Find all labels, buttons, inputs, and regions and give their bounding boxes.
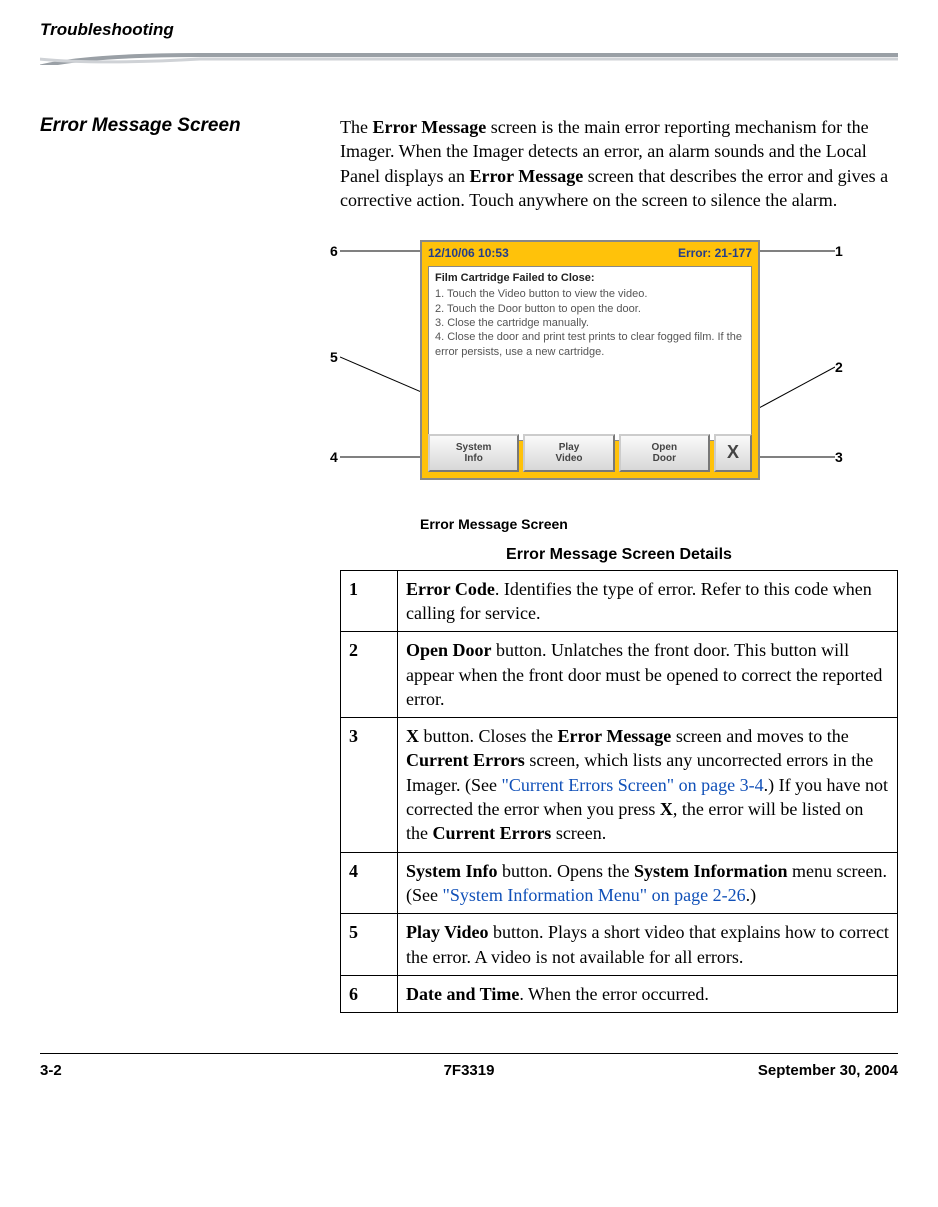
screenshot-status-bar: 12/10/06 10:53 Error: 21-177: [422, 242, 758, 264]
button-label: Play: [559, 442, 580, 453]
callout-3: 3: [835, 448, 843, 467]
callout-1: 1: [835, 242, 843, 261]
term: X: [406, 726, 419, 746]
row-number: 5: [341, 914, 398, 976]
row-desc: Open Door button. Unlatches the front do…: [398, 632, 898, 718]
screenshot-datetime: 12/10/06 10:53: [428, 245, 678, 261]
table-row: 3 X button. Closes the Error Message scr…: [341, 718, 898, 852]
term: Error Message: [558, 726, 672, 746]
button-label: Open: [652, 442, 678, 453]
term: Current Errors: [406, 750, 525, 770]
text: The: [340, 117, 372, 137]
callout-2: 2: [835, 358, 843, 377]
term-error-message: Error Message: [469, 166, 583, 186]
term: X: [660, 799, 673, 819]
screenshot-message-line: 3. Close the cartridge manually.: [435, 316, 745, 330]
term: Error Code: [406, 579, 495, 599]
text: screen.: [551, 823, 606, 843]
text: button. Opens the: [498, 861, 635, 881]
row-number: 6: [341, 975, 398, 1012]
term: Current Errors: [433, 823, 552, 843]
figure-caption: Error Message Screen: [420, 515, 898, 534]
row-number: 3: [341, 718, 398, 852]
text: button. Closes the: [419, 726, 558, 746]
table-caption: Error Message Screen Details: [340, 544, 898, 566]
row-desc: Play Video button. Plays a short video t…: [398, 914, 898, 976]
text: screen and moves to the: [671, 726, 848, 746]
figure: 6 5 4 1 2 3 12/10/06 10:53 Error: 21-177: [340, 230, 898, 510]
callout-6: 6: [330, 242, 338, 261]
callout-4: 4: [330, 448, 338, 467]
text: .): [746, 885, 757, 905]
term-error-message: Error Message: [372, 117, 486, 137]
row-number: 1: [341, 570, 398, 632]
header-swoosh: [40, 45, 898, 65]
cross-reference-link[interactable]: "System Information Menu" on page 2-26: [442, 885, 745, 905]
term: System Info: [406, 861, 498, 881]
term: Date and Time: [406, 984, 519, 1004]
details-table: 1 Error Code. Identifies the type of err…: [340, 570, 898, 1013]
screenshot-error-message-screen: 12/10/06 10:53 Error: 21-177 Film Cartri…: [420, 240, 760, 480]
cross-reference-link[interactable]: "Current Errors Screen" on page 3-4: [501, 775, 763, 795]
footer-page-number: 3-2: [40, 1062, 326, 1079]
screenshot-message-line: 4. Close the door and print test prints …: [435, 330, 745, 359]
button-label: System: [456, 442, 492, 453]
close-x-button[interactable]: X: [714, 434, 752, 472]
table-row: 4 System Info button. Opens the System I…: [341, 852, 898, 914]
screenshot-message-line: 2. Touch the Door button to open the doo…: [435, 302, 745, 316]
table-row: 5 Play Video button. Plays a short video…: [341, 914, 898, 976]
row-desc: System Info button. Opens the System Inf…: [398, 852, 898, 914]
x-icon: X: [727, 443, 739, 463]
section-heading: Error Message Screen: [40, 115, 340, 137]
page-footer: 3-2 7F3319 September 30, 2004: [40, 1053, 898, 1079]
screenshot-message-box: Film Cartridge Failed to Close: 1. Touch…: [428, 266, 752, 441]
table-row: 2 Open Door button. Unlatches the front …: [341, 632, 898, 718]
system-info-button[interactable]: System Info: [428, 434, 519, 472]
row-number: 2: [341, 632, 398, 718]
play-video-button[interactable]: Play Video: [523, 434, 614, 472]
text: . When the error occurred.: [519, 984, 709, 1004]
term: Play Video: [406, 922, 489, 942]
row-desc: Error Code. Identifies the type of error…: [398, 570, 898, 632]
screenshot-button-row: System Info Play Video Open Door X: [428, 434, 752, 472]
row-number: 4: [341, 852, 398, 914]
row-desc: X button. Closes the Error Message scree…: [398, 718, 898, 852]
page-header-title: Troubleshooting: [40, 20, 898, 40]
open-door-button[interactable]: Open Door: [619, 434, 710, 472]
screenshot-message-line: 1. Touch the Video button to view the vi…: [435, 287, 745, 301]
footer-date: September 30, 2004: [612, 1062, 898, 1079]
term: System Information: [634, 861, 788, 881]
table-row: 1 Error Code. Identifies the type of err…: [341, 570, 898, 632]
callout-5: 5: [330, 348, 338, 367]
term: Open Door: [406, 640, 492, 660]
button-label: Door: [653, 453, 676, 464]
row-desc: Date and Time. When the error occurred.: [398, 975, 898, 1012]
footer-doc-id: 7F3319: [326, 1062, 612, 1079]
button-label: Info: [465, 453, 483, 464]
screenshot-message-title: Film Cartridge Failed to Close:: [435, 271, 745, 285]
table-row: 6 Date and Time. When the error occurred…: [341, 975, 898, 1012]
intro-paragraph: The Error Message screen is the main err…: [340, 115, 898, 212]
screenshot-error-code: Error: 21-177: [678, 245, 752, 261]
button-label: Video: [555, 453, 582, 464]
